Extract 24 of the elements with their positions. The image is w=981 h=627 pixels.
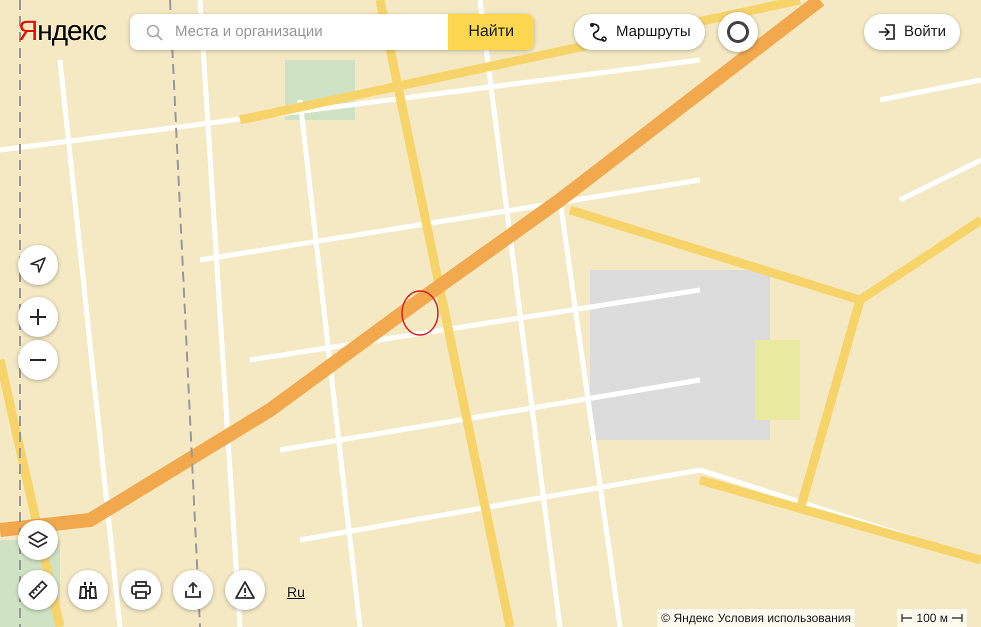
find-button[interactable]: Найти [448, 14, 534, 50]
login-button[interactable]: Войти [864, 14, 960, 50]
minus-icon [29, 358, 47, 362]
search-icon [146, 24, 163, 40]
binoculars-icon [78, 581, 98, 599]
plus-icon [29, 308, 47, 326]
scale-bar-icon [951, 613, 963, 623]
terms-link[interactable]: Условия использования [718, 609, 851, 627]
scale-label: 100 м [916, 610, 948, 627]
copyright-text: © Яндекс [661, 610, 714, 627]
warning-icon [235, 581, 255, 599]
arrow-icon [29, 256, 47, 274]
logo[interactable]: Яндекс [18, 14, 106, 48]
ring-icon [726, 20, 750, 44]
layers-icon [28, 531, 48, 549]
login-icon [878, 23, 896, 41]
print-icon [131, 581, 151, 599]
scale-bar-icon [901, 613, 914, 623]
ruler-icon [28, 580, 48, 600]
routes-button[interactable]: Маршруты [574, 14, 705, 50]
share-icon [184, 581, 202, 599]
language-link[interactable]: Ru [287, 582, 305, 603]
search-field[interactable]: Места и организации Найти [130, 14, 534, 50]
route-icon [588, 22, 608, 42]
